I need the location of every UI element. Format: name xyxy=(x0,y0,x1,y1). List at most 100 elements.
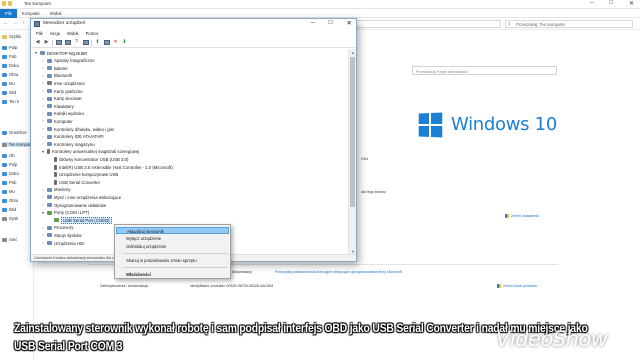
expand-icon[interactable]: › xyxy=(41,188,45,192)
device-node[interactable]: › Mysz i inne urządzenia wskazujące xyxy=(41,194,121,200)
collapse-icon[interactable]: ▼ xyxy=(34,51,38,55)
scan-hardware-icon[interactable] xyxy=(103,39,110,46)
explorer-search-input[interactable]: ⌕ Przeszukaj: Ten komputer xyxy=(505,20,633,28)
device-node[interactable]: › Baterie xyxy=(41,65,67,71)
expand-icon[interactable]: › xyxy=(41,226,45,230)
maximize-icon[interactable]: □ xyxy=(609,0,613,7)
sidebar-item[interactable]: Pob xyxy=(2,54,16,59)
device-node[interactable]: › Bluetooth xyxy=(41,73,72,79)
change-product-key-link[interactable]: Zmień klucz produktu xyxy=(497,284,537,288)
expand-icon[interactable]: › xyxy=(41,112,45,116)
license-terms-link[interactable]: Przeczytaj postanowienia licencyjne doty… xyxy=(275,270,402,274)
menu-help[interactable]: Pomoc xyxy=(83,30,102,38)
expand-icon[interactable]: › xyxy=(41,195,45,199)
device-node[interactable]: › Karty graficzne xyxy=(41,88,82,94)
collapse-icon[interactable]: ▼ xyxy=(41,211,45,215)
up-arrow-icon[interactable]: ↑ xyxy=(22,20,25,26)
sidebar-item[interactable]: Wid xyxy=(2,207,16,212)
forward-arrow-icon[interactable]: ▶ xyxy=(43,39,50,46)
menu-action[interactable]: Akcja xyxy=(47,30,63,38)
quick-access-toolbar[interactable] xyxy=(2,1,20,7)
context-menu-item[interactable]: Skanuj w poszukiwaniu zmian sprzętu xyxy=(116,257,229,264)
maximize-icon[interactable]: □ xyxy=(329,19,333,27)
sidebar-item[interactable]: Dysk xyxy=(2,216,18,221)
help-icon[interactable]: ? xyxy=(73,39,80,46)
device-node[interactable]: ▼ DESKTOP-NQ4KI6R xyxy=(34,50,87,56)
expand-icon[interactable]: › xyxy=(41,127,45,131)
sidebar-item[interactable]: Mu xyxy=(2,189,15,194)
forward-arrow-icon[interactable]: → xyxy=(13,20,19,26)
device-node[interactable]: › Komputer xyxy=(41,118,72,124)
sidebar-item[interactable]: Wid xyxy=(2,90,16,95)
expand-icon[interactable]: › xyxy=(41,135,45,139)
sidebar-item[interactable]: Obra xyxy=(2,72,18,77)
display-icon[interactable] xyxy=(82,39,89,46)
device-node[interactable]: ▼ Porty (COM i LPT) xyxy=(41,210,89,216)
sidebar-item[interactable]: Pulp xyxy=(2,162,17,167)
minimize-icon[interactable]: – xyxy=(590,0,593,7)
context-menu-item[interactable]: Aktualizuj sterownik xyxy=(116,227,229,234)
expand-icon[interactable]: › xyxy=(41,233,45,237)
menu-view[interactable]: Widok xyxy=(64,30,82,38)
device-node[interactable]: Główny koncentrator USB (USB 3.0) xyxy=(48,156,129,162)
device-tree-scrollbar[interactable]: ▲ ▼ xyxy=(348,49,356,255)
device-node-selected[interactable]: USB Serial Port (COM3) xyxy=(48,216,112,224)
sidebar-item[interactable]: Sieć xyxy=(2,237,17,242)
device-node[interactable]: › Monitory xyxy=(41,187,70,193)
context-menu-item[interactable]: Właściwości xyxy=(116,271,229,278)
expand-icon[interactable]: › xyxy=(41,241,45,245)
device-node[interactable]: › Kontrolery magazynu xyxy=(41,141,94,147)
device-node[interactable]: › Stacje dysków xyxy=(41,232,81,238)
sidebar-item[interactable]: Ob xyxy=(2,153,15,158)
expand-icon[interactable]: › xyxy=(41,74,45,78)
change-settings-link[interactable]: Zmień ustawienia xyxy=(505,214,539,218)
show-hide-tree-icon[interactable] xyxy=(55,39,62,46)
menu-file[interactable]: Plik xyxy=(33,30,46,38)
expand-icon[interactable]: › xyxy=(41,66,45,70)
sidebar-item[interactable]: Obra xyxy=(2,198,18,203)
sidebar-item[interactable]: Doku xyxy=(2,63,19,68)
minimize-icon[interactable]: – xyxy=(311,19,315,27)
sidebar-item[interactable]: Ten k xyxy=(2,99,19,104)
update-driver-icon[interactable]: ⬆ xyxy=(94,39,101,46)
device-node[interactable]: › Aparaty fotograficzne xyxy=(41,58,94,64)
context-menu-item[interactable]: Wyłącz urządzenie xyxy=(116,235,229,242)
device-node[interactable]: Intel(R) USB 3.0 eXtensible Host Control… xyxy=(48,164,173,170)
expand-icon[interactable]: › xyxy=(41,89,45,93)
device-node[interactable]: › Kolejki wydruku xyxy=(41,111,83,117)
expand-icon[interactable]: › xyxy=(41,81,45,85)
device-node[interactable]: › Inne urządzenia xyxy=(41,80,84,86)
sidebar-item[interactable]: Doku xyxy=(2,171,19,176)
sidebar-item[interactable]: Szybki xyxy=(2,34,21,39)
back-arrow-icon[interactable]: ◀ xyxy=(34,39,41,46)
device-node[interactable]: › Oprogramowanie układowe xyxy=(41,202,106,208)
uninstall-icon[interactable]: ✕ xyxy=(112,39,119,46)
close-icon[interactable]: ✕ xyxy=(347,19,352,27)
sidebar-item[interactable]: Pulp xyxy=(2,45,17,50)
collapse-icon[interactable]: ▼ xyxy=(41,150,45,154)
device-node[interactable]: › Kontrolery IDE ATA/ATAPI xyxy=(41,134,103,140)
properties-icon[interactable] xyxy=(64,39,71,46)
device-node[interactable]: › Kontrolery dźwięku, wideo i gier xyxy=(41,126,114,132)
expand-icon[interactable]: › xyxy=(41,104,45,108)
expand-icon[interactable]: › xyxy=(41,97,45,101)
device-node[interactable]: › Urządzenia HID xyxy=(41,240,84,246)
tab-view[interactable]: Widok xyxy=(45,9,67,18)
expand-icon[interactable]: › xyxy=(41,142,45,146)
expand-icon[interactable]: › xyxy=(41,203,45,207)
scroll-up-icon[interactable]: ▲ xyxy=(349,50,357,55)
device-node[interactable]: › Klawiatury xyxy=(41,103,73,109)
sidebar-item[interactable]: Pob xyxy=(2,180,16,185)
back-arrow-icon[interactable]: ← xyxy=(3,20,9,26)
sidebar-item[interactable]: Mu xyxy=(2,81,15,86)
control-panel-search-input[interactable]: Przeszukaj Panel sterowania xyxy=(412,66,557,75)
device-node[interactable]: › Procesory xyxy=(41,225,73,231)
close-icon[interactable]: ✕ xyxy=(629,0,634,7)
device-node[interactable]: Urządzenie kompozytowe USB xyxy=(48,172,118,178)
expand-icon[interactable]: › xyxy=(41,59,45,63)
enable-device-icon[interactable]: ⬇ xyxy=(121,39,128,46)
sidebar-item[interactable]: OneDrive xyxy=(2,130,27,135)
context-menu-item[interactable]: Odinstaluj urządzenie xyxy=(116,243,229,250)
tab-computer[interactable]: Komputer xyxy=(17,9,45,18)
device-node[interactable]: › Karty sieciowe xyxy=(41,96,81,102)
